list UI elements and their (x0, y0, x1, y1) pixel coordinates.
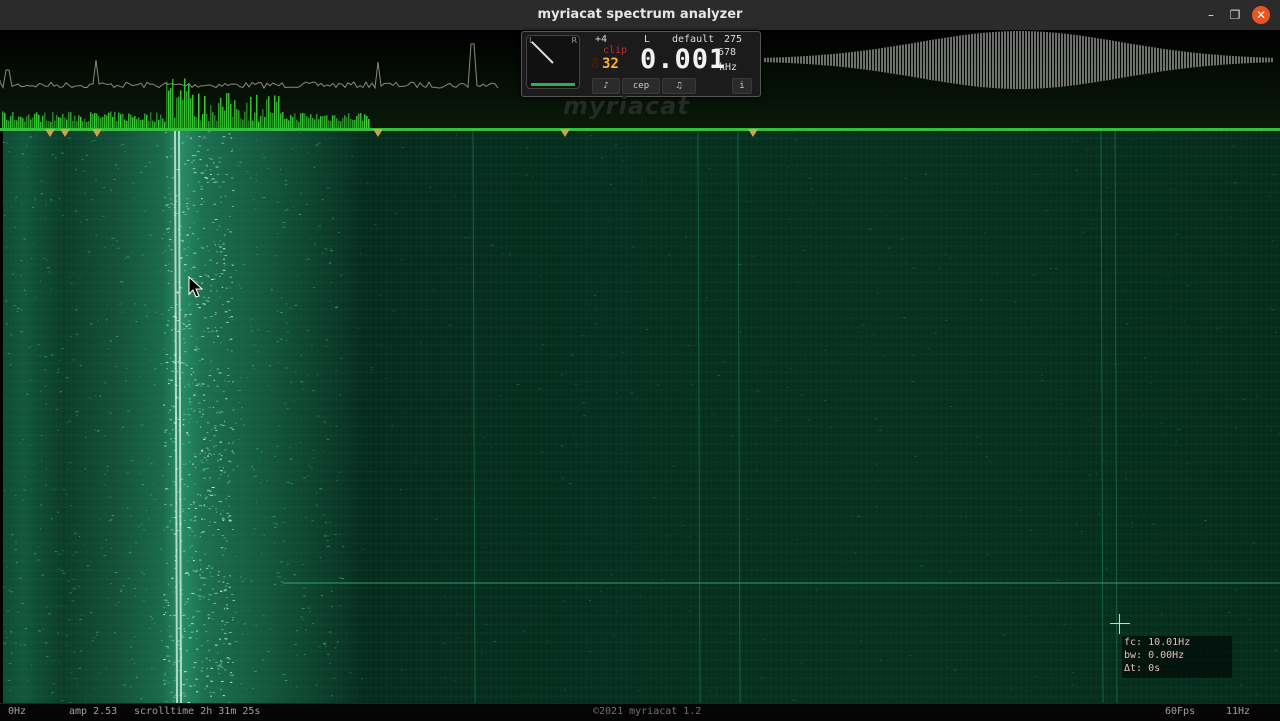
dial-right-label: R (571, 36, 577, 45)
minimize-button[interactable]: – (1202, 6, 1220, 24)
bit-depth-ghost-digit: 8 (591, 56, 600, 72)
title-bar: myriacat spectrum analyzer – ❐ ✕ (0, 0, 1280, 31)
copyright-text: ©2021 myriacat 1.2 (593, 706, 702, 717)
freq-max-label: 11Hz (1226, 706, 1251, 717)
window-title: myriacat spectrum analyzer (537, 7, 743, 22)
crosshair-icon (1110, 614, 1130, 634)
scrolltime-setting[interactable]: scrolltime 2h 31m 25s (134, 706, 260, 717)
amp-setting[interactable]: amp 2.53 (69, 706, 117, 717)
peak-marker[interactable] (560, 129, 570, 137)
waterfall-texture (3, 131, 1280, 703)
bandwidth-readout: bw: 0.00Hz (1124, 650, 1185, 661)
fft-size-value: 275 (724, 34, 743, 45)
analyzer-panel: L R +4 clip 8 32 L default 275 678 kHz 0… (521, 31, 761, 97)
status-bar: 0Hz amp 2.53 scrolltime 2h 31m 25s ©2021… (0, 703, 1280, 721)
frequency-readout: 0.001 (640, 44, 727, 75)
cursor-readout: fc: 10.01Hz bw: 0.00Hz Δt: 0s (1122, 636, 1232, 678)
bit-depth-value[interactable]: 32 (602, 56, 619, 72)
panel-button-row: ♪ cep ♫ i (582, 78, 756, 94)
waterfall-display[interactable] (3, 131, 1280, 703)
stereo-meter-dial[interactable]: L R (526, 35, 580, 89)
freq-min-label: 0Hz (8, 706, 27, 717)
clip-indicator: clip (603, 45, 628, 56)
info-icon[interactable]: i (732, 78, 752, 94)
meter-level-bar (531, 83, 575, 86)
maximize-button[interactable]: ❐ (1226, 6, 1244, 24)
fps-counter: 60Fps (1165, 706, 1196, 717)
peak-marker[interactable] (92, 129, 102, 137)
peak-marker[interactable] (748, 129, 758, 137)
mouse-pointer-icon (188, 276, 204, 298)
peak-marker[interactable] (373, 129, 383, 137)
close-button[interactable]: ✕ (1252, 6, 1270, 24)
peak-marker[interactable] (60, 129, 70, 137)
delta-time-readout: Δt: 0s (1124, 663, 1161, 674)
myriacat-logo: myriacat (563, 92, 690, 120)
gain-value[interactable]: +4 (595, 34, 607, 45)
center-frequency-readout: fc: 10.01Hz (1124, 637, 1191, 648)
peak-marker[interactable] (45, 129, 55, 137)
meter-needle (531, 41, 554, 64)
